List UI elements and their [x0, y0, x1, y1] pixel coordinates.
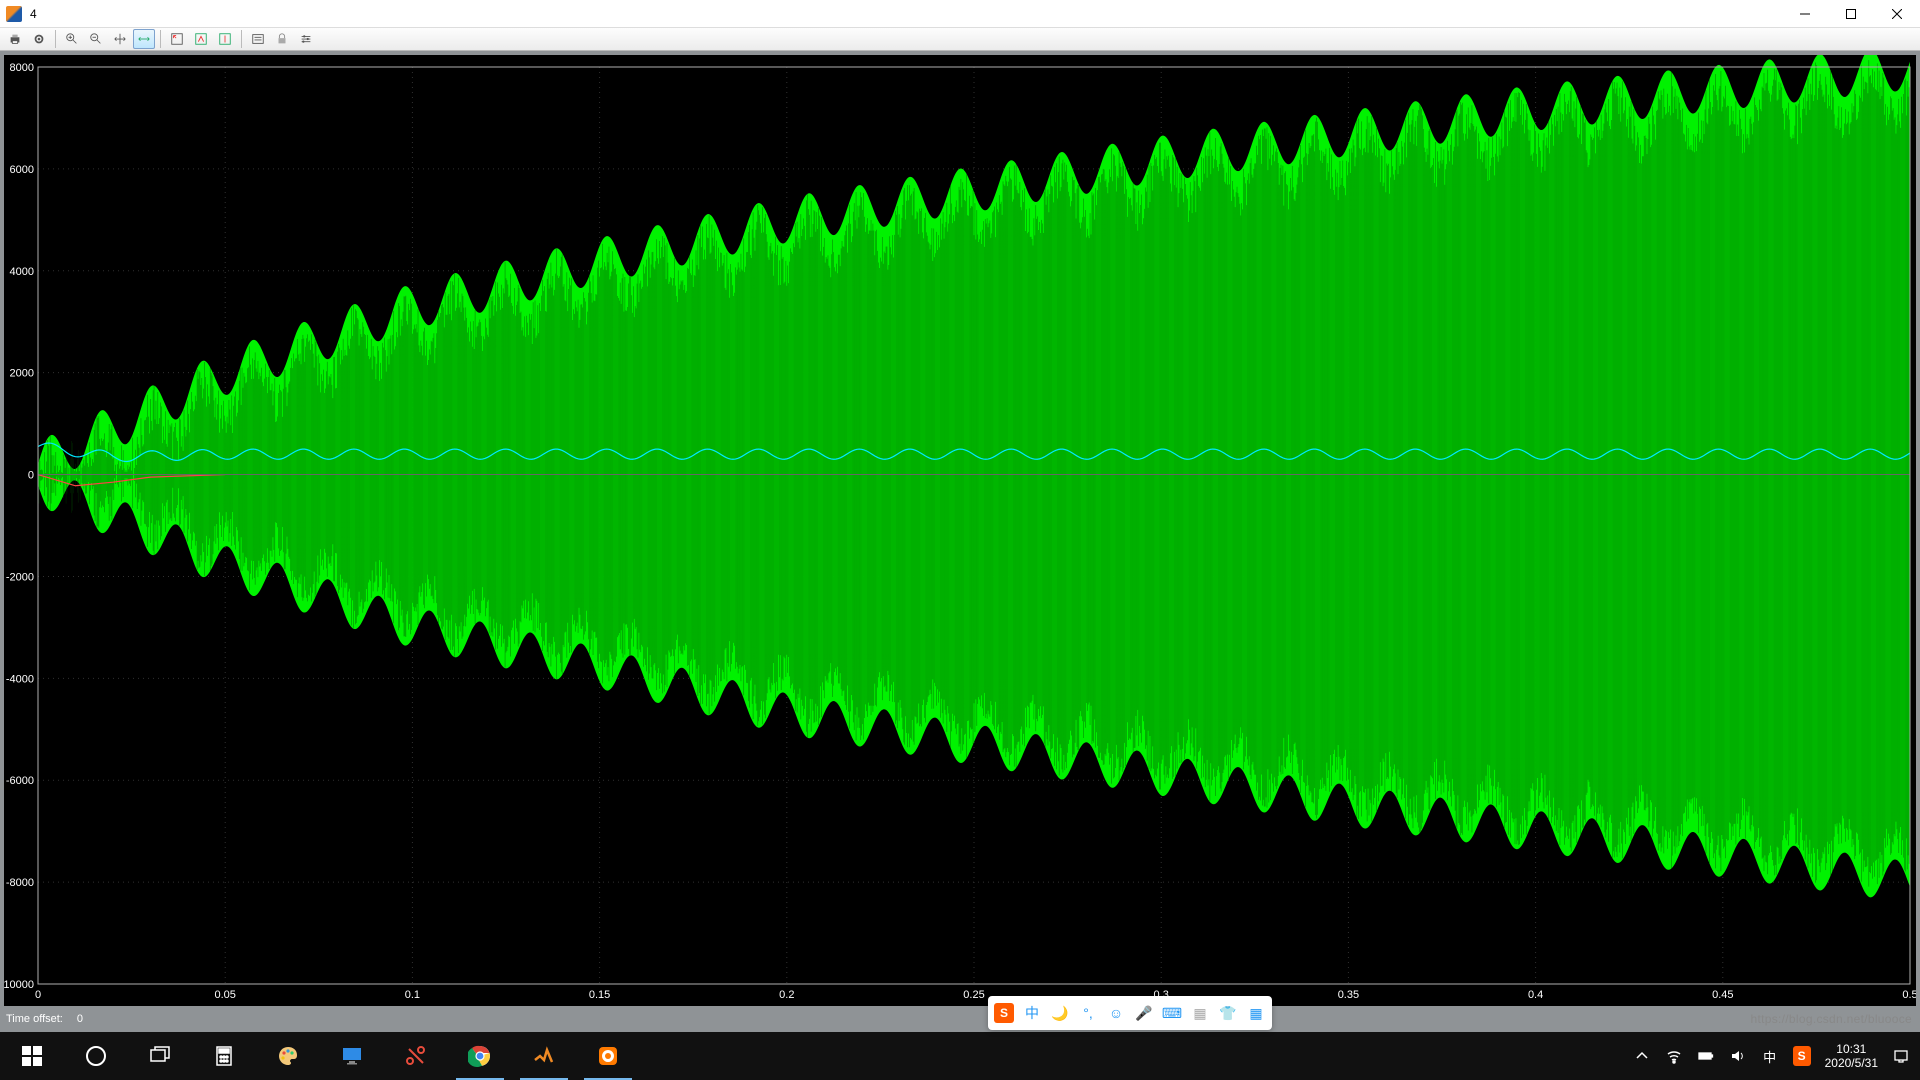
tray-ime-lang-icon[interactable]: 中: [1761, 1047, 1779, 1065]
svg-text:0.25: 0.25: [963, 989, 984, 1001]
svg-text:0.2: 0.2: [779, 989, 794, 1001]
ime-grid-icon[interactable]: ▦: [1246, 1003, 1266, 1023]
svg-text:0.15: 0.15: [589, 989, 610, 1001]
svg-text:6000: 6000: [10, 164, 34, 176]
ime-lang-icon[interactable]: 中: [1022, 1003, 1042, 1023]
ime-keyboard-icon[interactable]: ⌨: [1162, 1003, 1182, 1023]
tray-ime-logo-icon[interactable]: S: [1793, 1047, 1811, 1065]
svg-text:0.1: 0.1: [405, 989, 420, 1001]
print-icon[interactable]: [4, 29, 26, 49]
autoscale-icon[interactable]: [166, 29, 188, 49]
matlab-taskbar-icon[interactable]: [512, 1032, 576, 1080]
tray-notifications-icon[interactable]: [1892, 1047, 1910, 1065]
ime-shirt-icon[interactable]: 👕: [1218, 1003, 1238, 1023]
window-title: 4: [30, 7, 37, 21]
tray-clock[interactable]: 10:31 2020/5/31: [1825, 1042, 1878, 1070]
desktop-taskbar-icon[interactable]: [320, 1032, 384, 1080]
autoscale-y-icon[interactable]: [214, 29, 236, 49]
ime-logo-icon[interactable]: S: [994, 1003, 1014, 1023]
window-titlebar: 4: [0, 0, 1920, 27]
zoom-in-icon[interactable]: [61, 29, 83, 49]
window-minimize-button[interactable]: [1782, 0, 1828, 27]
zoom-xy-icon[interactable]: [109, 29, 131, 49]
params-icon[interactable]: [295, 29, 317, 49]
svg-text:-10000: -10000: [4, 979, 34, 991]
start-button[interactable]: [0, 1032, 64, 1080]
svg-text:0.45: 0.45: [1712, 989, 1733, 1001]
scope-statusbar: Time offset: 0: [4, 1010, 1916, 1028]
svg-text:0.35: 0.35: [1338, 989, 1359, 1001]
window-close-button[interactable]: [1874, 0, 1920, 27]
scope-frame: -10000 -8000 -6000 -4000 -2000 0 2000 4000 6000 8…: [0, 51, 1920, 1032]
ime-skin-icon[interactable]: ▦: [1190, 1003, 1210, 1023]
tray-battery-icon[interactable]: [1697, 1047, 1715, 1065]
tray-volume-icon[interactable]: [1729, 1047, 1747, 1065]
scope-svg: -10000 -8000 -6000 -4000 -2000 0 2000 4000 6000 8…: [4, 55, 1916, 1006]
svg-text:-2000: -2000: [6, 571, 34, 583]
svg-text:-6000: -6000: [6, 775, 34, 787]
lock-icon[interactable]: [271, 29, 293, 49]
autoscale-x-icon[interactable]: [190, 29, 212, 49]
ime-mic-icon[interactable]: 🎤: [1134, 1003, 1154, 1023]
svg-text:8000: 8000: [10, 62, 34, 74]
status-label: Time offset:: [6, 1013, 63, 1025]
windows-taskbar: 中 S 10:31 2020/5/31: [0, 1032, 1920, 1080]
svg-text:-8000: -8000: [6, 877, 34, 889]
zoom-out-icon[interactable]: [85, 29, 107, 49]
calculator-taskbar-icon[interactable]: [192, 1032, 256, 1080]
ime-punct-icon[interactable]: °,: [1078, 1003, 1098, 1023]
svg-text:0: 0: [28, 470, 34, 482]
ime-moon-icon[interactable]: 🌙: [1050, 1003, 1070, 1023]
svg-text:0.05: 0.05: [214, 989, 235, 1001]
paint-taskbar-icon[interactable]: [256, 1032, 320, 1080]
system-tray: 中 S 10:31 2020/5/31: [1633, 1032, 1920, 1080]
tray-chevron-icon[interactable]: [1633, 1047, 1651, 1065]
tray-wifi-icon[interactable]: [1665, 1047, 1683, 1065]
cortana-button[interactable]: [64, 1032, 128, 1080]
svg-text:0.4: 0.4: [1528, 989, 1543, 1001]
chrome-taskbar-icon[interactable]: [448, 1032, 512, 1080]
ime-emoji-icon[interactable]: ☺: [1106, 1003, 1126, 1023]
status-value: 0: [77, 1013, 83, 1025]
snip-taskbar-icon[interactable]: [384, 1032, 448, 1080]
svg-text:0: 0: [35, 989, 41, 1001]
foxit-taskbar-icon[interactable]: [576, 1032, 640, 1080]
svg-text:-4000: -4000: [6, 673, 34, 685]
scope-toolbar: [0, 27, 1920, 51]
matlab-icon: [6, 6, 22, 22]
window-maximize-button[interactable]: [1828, 0, 1874, 27]
zoom-x-icon[interactable]: [133, 29, 155, 49]
taskview-button[interactable]: [128, 1032, 192, 1080]
tray-date: 2020/5/31: [1825, 1056, 1878, 1070]
scope-plot-area[interactable]: -10000 -8000 -6000 -4000 -2000 0 2000 4000 6000 8…: [4, 55, 1916, 1006]
svg-text:2000: 2000: [10, 368, 34, 380]
ime-floating-bar[interactable]: S 中 🌙 °, ☺ 🎤 ⌨ ▦ 👕 ▦: [988, 996, 1272, 1030]
svg-text:4000: 4000: [10, 266, 34, 278]
svg-text:0.5: 0.5: [1902, 989, 1916, 1001]
tray-time: 10:31: [1825, 1042, 1878, 1056]
legend-icon[interactable]: [247, 29, 269, 49]
settings-icon[interactable]: [28, 29, 50, 49]
